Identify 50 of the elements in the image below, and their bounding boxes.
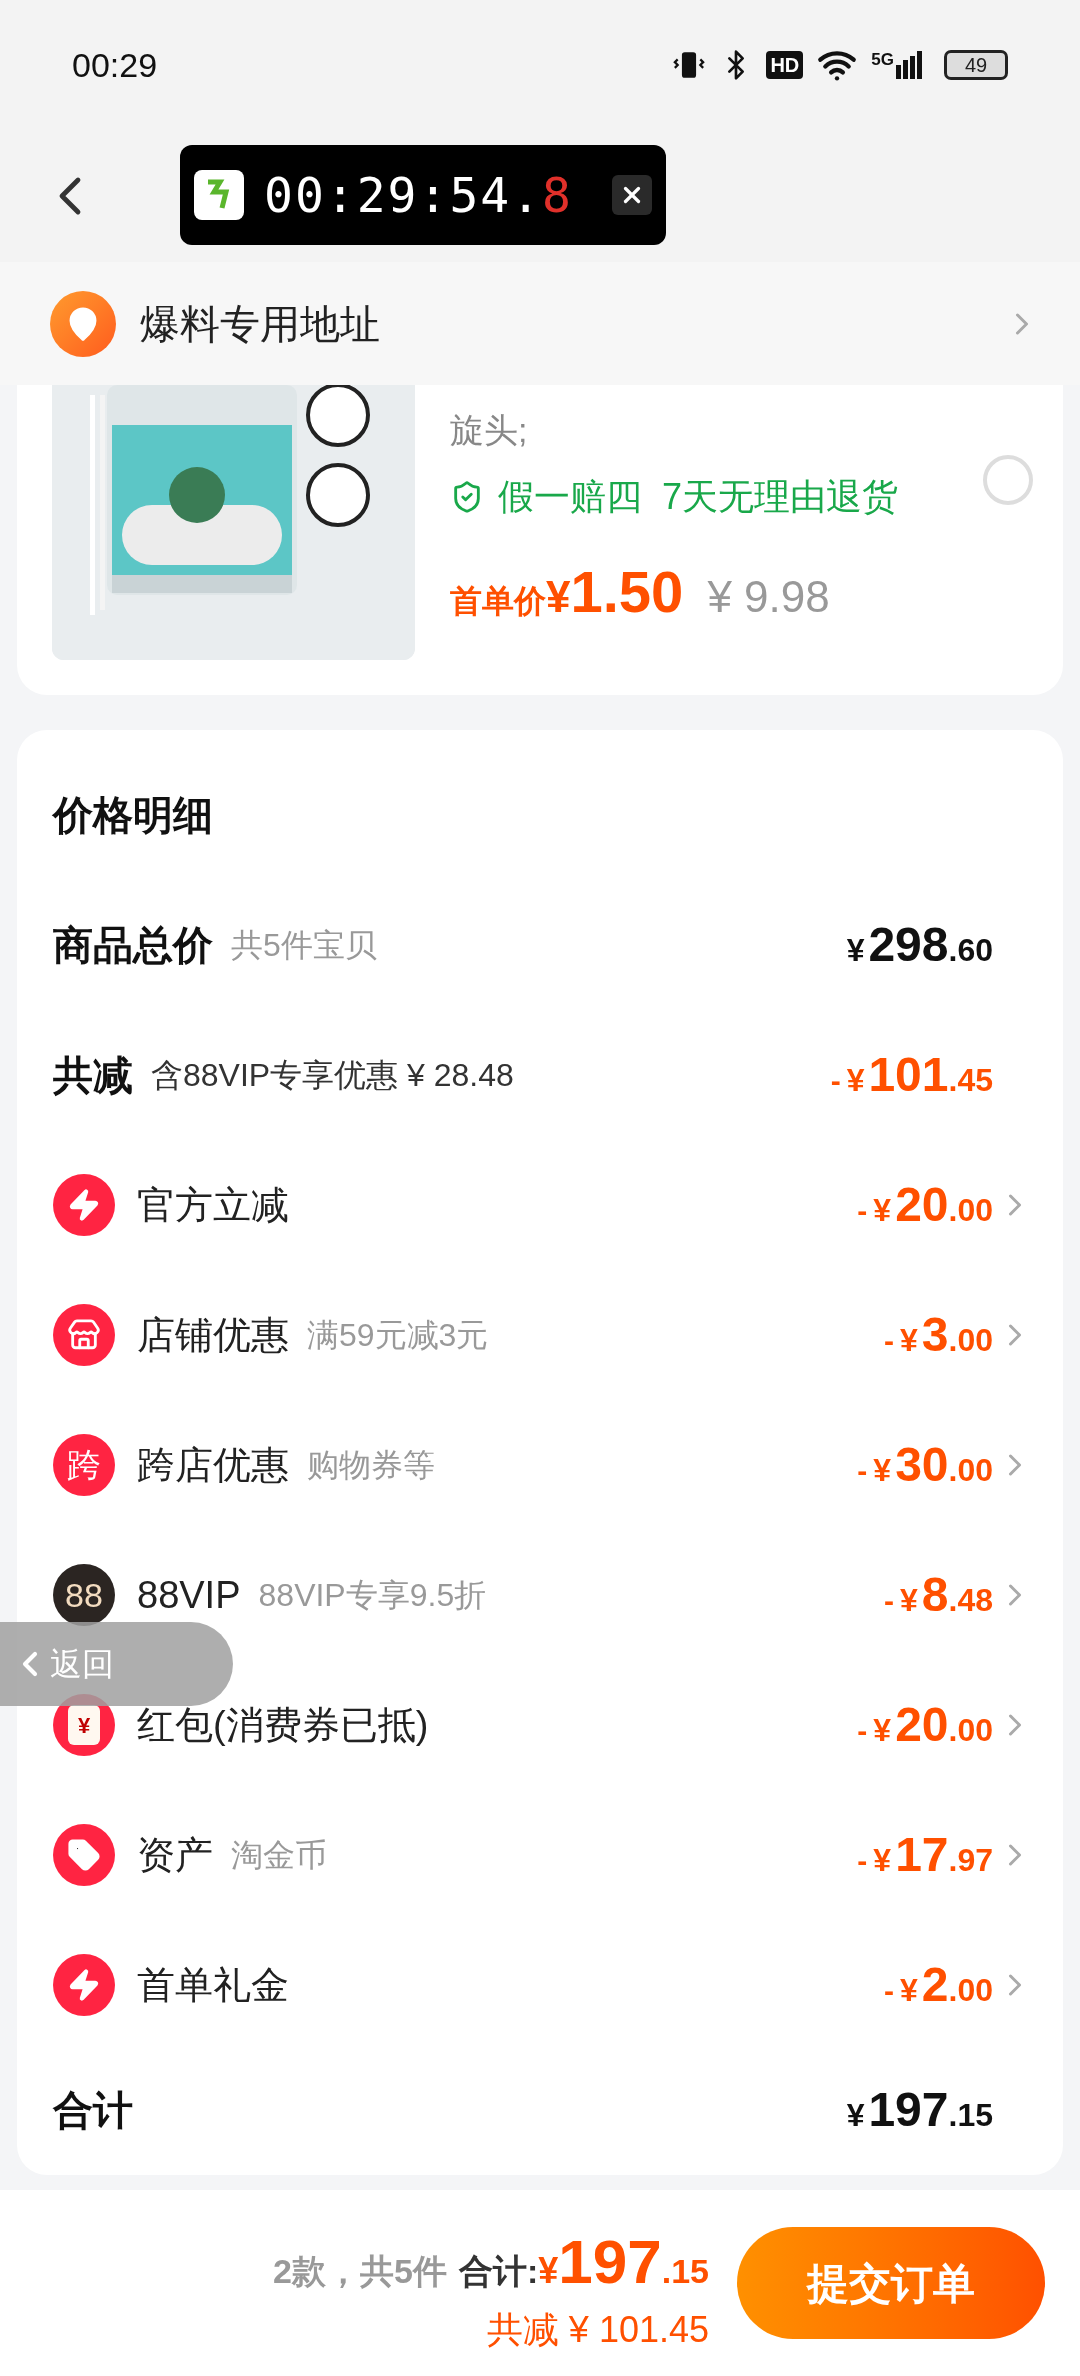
amount: - ¥20.00 — [857, 1697, 993, 1753]
row-note: 含88VIP专享优惠 ¥ 28.48 — [151, 1056, 514, 1095]
timer-text: 00:29:54.8 — [264, 166, 573, 225]
product-price: ¥1.50 — [546, 558, 684, 626]
row-title: 合计 — [53, 2087, 133, 2134]
total-label: 合计: — [458, 2250, 539, 2292]
guarantee-text: 7天无理由退货 — [662, 475, 899, 519]
row-title: 共减 — [53, 1052, 133, 1099]
row-note: 淘金币 — [231, 1836, 327, 1875]
row-title: 跨店优惠 — [137, 1442, 289, 1488]
row-title: 88VIP — [137, 1572, 241, 1618]
row-note: 88VIP专享9.5折 — [258, 1576, 487, 1615]
amount: - ¥8.48 — [884, 1567, 993, 1623]
row-note: 共5件宝贝 — [231, 926, 377, 965]
back-toast[interactable]: 返回 — [0, 1622, 233, 1706]
row-title: 首单礼金 — [137, 1962, 289, 2008]
close-button[interactable] — [612, 175, 652, 215]
amount: - ¥101.45 — [830, 1047, 993, 1103]
app-logo-icon — [194, 170, 244, 220]
submit-order-button[interactable]: 提交订单 — [737, 2227, 1045, 2339]
price-label: 首单价 — [450, 583, 546, 621]
address-label: 爆料专用地址 — [140, 300, 380, 348]
signal-icon — [896, 51, 922, 79]
row-title: 商品总价 — [53, 922, 213, 969]
row-title: 官方立减 — [137, 1182, 289, 1228]
row-note: 购物券等 — [307, 1446, 435, 1485]
amount: - ¥3.00 — [884, 1307, 993, 1363]
row-note: 满59元减3元 — [307, 1316, 489, 1355]
row-title: 资产 — [137, 1832, 213, 1878]
select-radio[interactable] — [983, 455, 1033, 505]
amount: - ¥30.00 — [857, 1437, 993, 1493]
product-title: 旋头; — [450, 410, 529, 450]
original-price: ¥ 9.98 — [707, 571, 830, 623]
network-type: 5G — [871, 51, 894, 68]
battery-indicator: 49 — [944, 50, 1008, 80]
back-label: 返回 — [50, 1645, 114, 1684]
status-time: 00:29 — [72, 44, 158, 86]
section-title: 价格明细 — [53, 792, 213, 839]
amount: ¥197.15 — [846, 2082, 993, 2138]
item-count: 2款，共5件 — [273, 2250, 447, 2292]
amount: ¥298.60 — [846, 917, 993, 973]
row-title: 店铺优惠 — [137, 1312, 289, 1358]
badge-icon: 跨 — [53, 1434, 115, 1496]
amount: - ¥2.00 — [884, 1957, 993, 2013]
guarantee-text: 假一赔四 — [498, 475, 642, 519]
amount: - ¥17.97 — [857, 1827, 993, 1883]
hd-indicator: HD — [766, 51, 804, 79]
total-amount: ¥197.15 — [538, 2225, 709, 2298]
saved-amount: 共减 ¥ 101.45 — [486, 2307, 709, 2352]
amount: - ¥20.00 — [857, 1177, 993, 1233]
